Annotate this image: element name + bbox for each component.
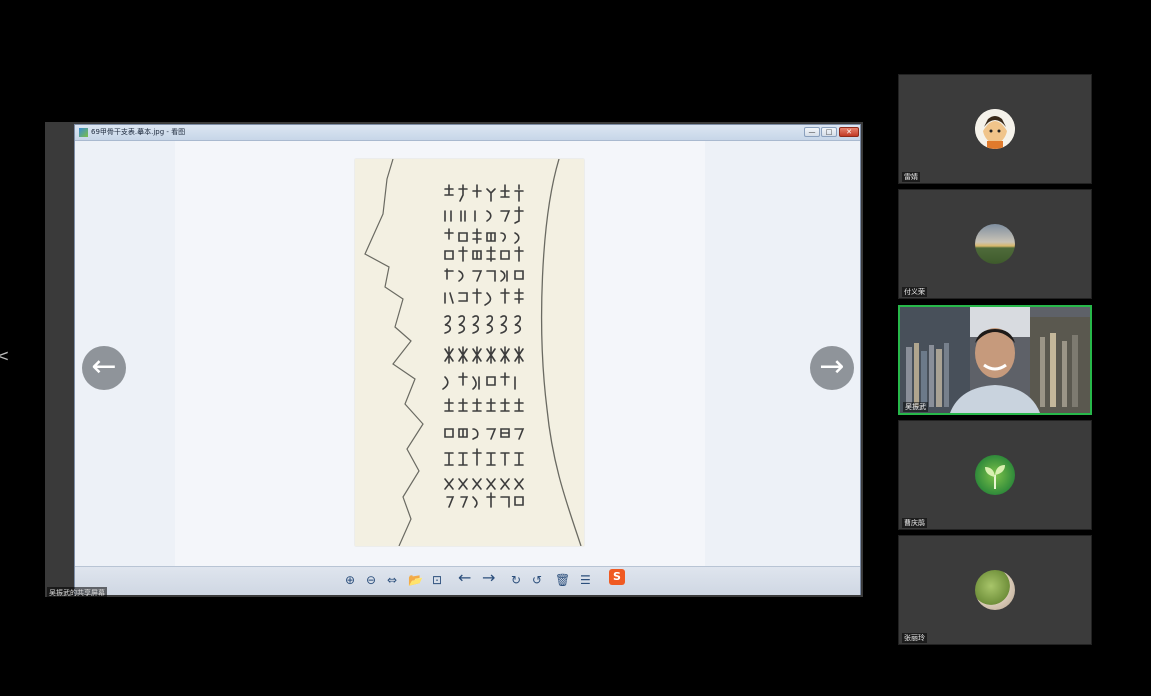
avatar [975,455,1015,495]
maximize-button[interactable]: □ [821,127,837,137]
close-button[interactable]: ✕ [839,127,859,137]
participant-tile[interactable]: 曹庆鹃 [898,420,1092,530]
zoom-in-icon[interactable]: ⊕ [345,572,355,588]
participant-video [900,307,1090,413]
previous-image-button[interactable]: ← [82,346,126,390]
sprout-icon [985,465,1005,489]
cartoon-avatar-icon [975,109,1015,149]
participant-tile-active-speaker[interactable]: 吴振武 [898,305,1092,415]
share-owner-label: 吴振武的共享屏幕 [47,587,107,599]
image-canvas: ← → [75,141,860,566]
window-title: 69甲骨干支表.摹本.jpg - 看图 [91,128,186,136]
video-frame [900,307,1090,413]
participant-tile[interactable]: 雷婧 [898,74,1092,184]
participant-name: 张丽玲 [902,633,927,643]
participant-name: 吴振武 [903,402,928,412]
previous-arrow-icon[interactable]: ← [458,570,471,586]
slideshow-icon[interactable]: ⊡ [432,572,442,588]
viewer-toolbar: ⊕ ⊖ ⇔ 📂 ⊡ ← → ↻ ↺ 🗑 ☰ S [75,566,860,595]
window-titlebar[interactable]: 69甲骨干支表.摹本.jpg - 看图 — □ ✕ [75,125,860,141]
participant-name: 雷婧 [902,172,920,182]
open-folder-icon[interactable]: 📂 [408,572,423,588]
fit-window-icon[interactable]: ⇔ [387,572,397,588]
next-image-button[interactable]: → [810,346,854,390]
next-arrow-icon[interactable]: → [482,570,495,586]
avatar [975,109,1015,149]
zoom-out-icon[interactable]: ⊖ [366,572,376,588]
rotate-right-icon[interactable]: ↻ [511,572,521,588]
rubbing-drawing [364,158,582,547]
minimize-button[interactable]: — [804,127,820,137]
avatar [975,224,1015,264]
rotate-left-icon[interactable]: ↺ [532,572,542,588]
participant-name: 曹庆鹃 [902,518,927,528]
sogou-ime-icon[interactable]: S [609,569,625,585]
participant-tile[interactable]: 付义荣 [898,189,1092,299]
oracle-bone-rubbing-image [355,158,584,547]
avatar [975,570,1015,610]
participant-name: 付义荣 [902,287,927,297]
participant-tile[interactable]: 张丽玲 [898,535,1092,645]
menu-icon[interactable]: ☰ [580,572,591,588]
collapse-chevron-icon[interactable]: < [0,346,9,365]
delete-icon[interactable]: 🗑 [555,572,570,588]
viewer-app-icon [79,128,88,137]
image-viewer-window: 69甲骨干支表.摹本.jpg - 看图 — □ ✕ ← → ⊕ ⊖ ⇔ 📂 ⊡ … [74,124,861,595]
